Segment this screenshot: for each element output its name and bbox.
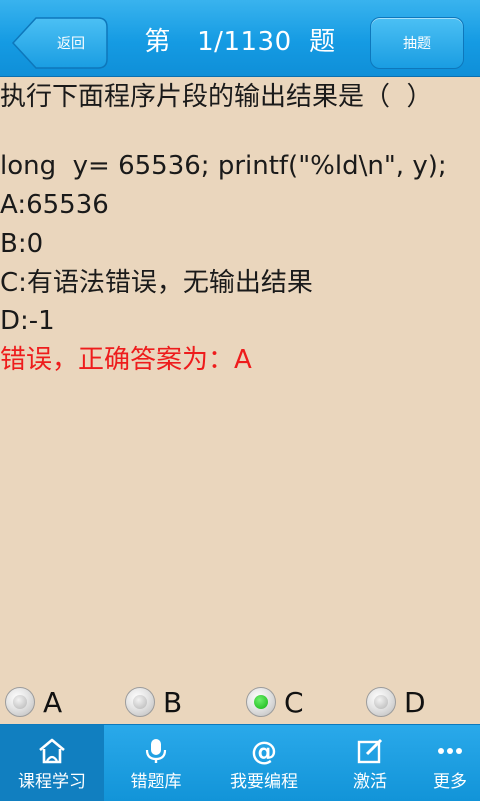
answer-result: 错误，正确答案为：A bbox=[0, 345, 252, 375]
answer-choice-a[interactable]: A bbox=[5, 684, 62, 720]
at-icon: @ bbox=[250, 737, 278, 765]
nav-item-programming[interactable]: @ 我要编程 bbox=[208, 725, 320, 801]
radio-a[interactable] bbox=[5, 687, 35, 717]
nav-label: 激活 bbox=[353, 772, 387, 792]
bottom-nav: 课程学习 错题库 @ 我要编程 激活 更多 bbox=[0, 724, 480, 801]
nav-item-course-study[interactable]: 课程学习 bbox=[0, 725, 104, 801]
nav-item-activate[interactable]: 激活 bbox=[320, 725, 420, 801]
option-c-text: C:有语法错误，无输出结果 bbox=[0, 268, 313, 298]
top-bar: 返回 第 1/1130 题 抽题 bbox=[0, 0, 480, 77]
nav-label: 课程学习 bbox=[18, 772, 86, 792]
question-title: 执行下面程序片段的输出结果是（ ） bbox=[0, 82, 433, 112]
nav-label: 我要编程 bbox=[230, 772, 298, 792]
option-b-text: B:0 bbox=[0, 229, 44, 259]
answer-label-c: C bbox=[284, 685, 304, 719]
nav-label: 更多 bbox=[433, 772, 467, 792]
back-button-label: 返回 bbox=[57, 36, 85, 52]
option-d-text: D:-1 bbox=[0, 306, 55, 336]
back-button[interactable]: 返回 bbox=[12, 17, 108, 69]
question-code: long y= 65536; printf("%ld\n", y); bbox=[0, 151, 447, 181]
edit-icon bbox=[356, 737, 384, 765]
answer-label-b: B bbox=[163, 685, 183, 719]
nav-item-more[interactable]: 更多 bbox=[420, 725, 480, 801]
answer-choice-b[interactable]: B bbox=[125, 684, 182, 720]
microphone-icon bbox=[142, 737, 170, 765]
more-icon bbox=[436, 737, 464, 765]
answer-label-a: A bbox=[43, 685, 63, 719]
answer-choice-c[interactable]: C bbox=[246, 684, 304, 720]
page-title: 第 1/1130 题 bbox=[144, 26, 336, 57]
option-a-text: A:65536 bbox=[0, 190, 109, 220]
draw-question-button[interactable]: 抽题 bbox=[370, 17, 464, 69]
answer-choice-d[interactable]: D bbox=[366, 684, 426, 720]
nav-label: 错题库 bbox=[130, 772, 182, 792]
home-icon bbox=[37, 737, 67, 765]
radio-c[interactable] bbox=[246, 687, 276, 717]
svg-text:@: @ bbox=[251, 737, 277, 765]
answer-choices: A B C D bbox=[0, 680, 480, 724]
radio-d[interactable] bbox=[366, 687, 396, 717]
radio-b[interactable] bbox=[125, 687, 155, 717]
nav-item-error-bank[interactable]: 错题库 bbox=[104, 725, 208, 801]
answer-label-d: D bbox=[404, 685, 426, 719]
